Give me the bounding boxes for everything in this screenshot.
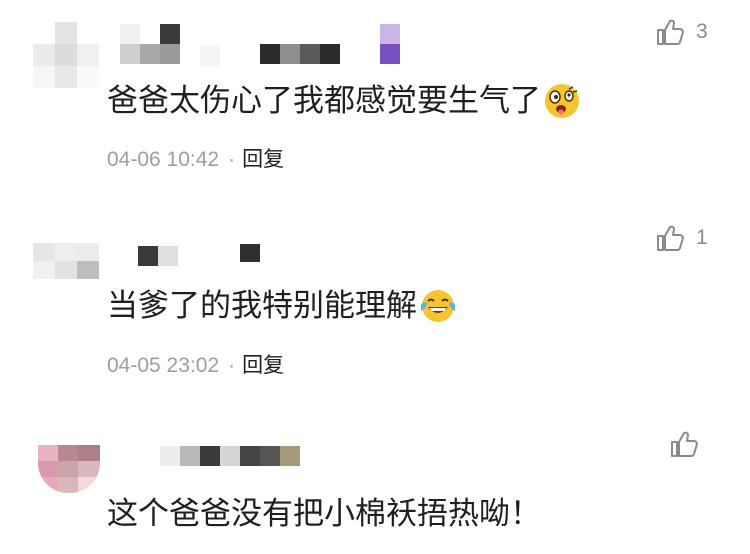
reply-button[interactable]: 回复 — [242, 354, 284, 377]
avatar[interactable] — [33, 243, 101, 279]
shocked-face-emoji — [543, 82, 581, 120]
comment-text-body: 这个爸爸没有把小棉袄捂热呦！ — [107, 496, 541, 532]
like-count: 3 — [696, 20, 708, 43]
comment-meta: 04-06 10:42 · 回复 — [107, 143, 284, 173]
avatar[interactable] — [33, 22, 99, 88]
reply-button[interactable]: 回复 — [242, 148, 284, 171]
tears-of-joy-emoji — [419, 287, 457, 325]
thumbs-up-icon — [654, 222, 686, 254]
like-button[interactable]: 1 — [654, 222, 708, 254]
thumbs-up-icon — [668, 428, 700, 460]
username-mosaic[interactable] — [160, 446, 320, 466]
thumbs-up-icon — [654, 16, 686, 48]
comment-item: 这个爸爸没有把小棉袄捂热呦！ — [0, 410, 750, 554]
username-mosaic[interactable] — [120, 24, 410, 68]
comment-text-body: 当爹了的我特别能理解 — [107, 288, 417, 324]
separator-dot: · — [228, 354, 236, 377]
comment-text: 爸爸太伤心了我都感觉要生气了 — [107, 81, 581, 121]
comment-item: 1 当爹了的我特别能理解 04-05 23:02 · 回复 — [0, 190, 750, 410]
comment-text-body: 爸爸太伤心了我都感觉要生气了 — [107, 83, 541, 119]
timestamp: 04-05 23:02 — [107, 354, 220, 377]
comment-text: 当爹了的我特别能理解 — [107, 286, 457, 326]
username-mosaic[interactable] — [138, 244, 268, 268]
comment-meta: 04-05 23:02 · 回复 — [107, 349, 284, 379]
separator-dot: · — [228, 148, 236, 171]
avatar[interactable] — [38, 445, 100, 493]
comment-item: 3 爸爸太伤心了我都感觉要生气了 04-06 10:42 · 回复 — [0, 0, 750, 190]
like-button[interactable]: 3 — [654, 16, 708, 48]
timestamp: 04-06 10:42 — [107, 148, 220, 171]
like-button[interactable] — [668, 428, 710, 460]
comment-text: 这个爸爸没有把小棉袄捂热呦！ — [107, 494, 541, 534]
like-count: 1 — [696, 226, 708, 249]
